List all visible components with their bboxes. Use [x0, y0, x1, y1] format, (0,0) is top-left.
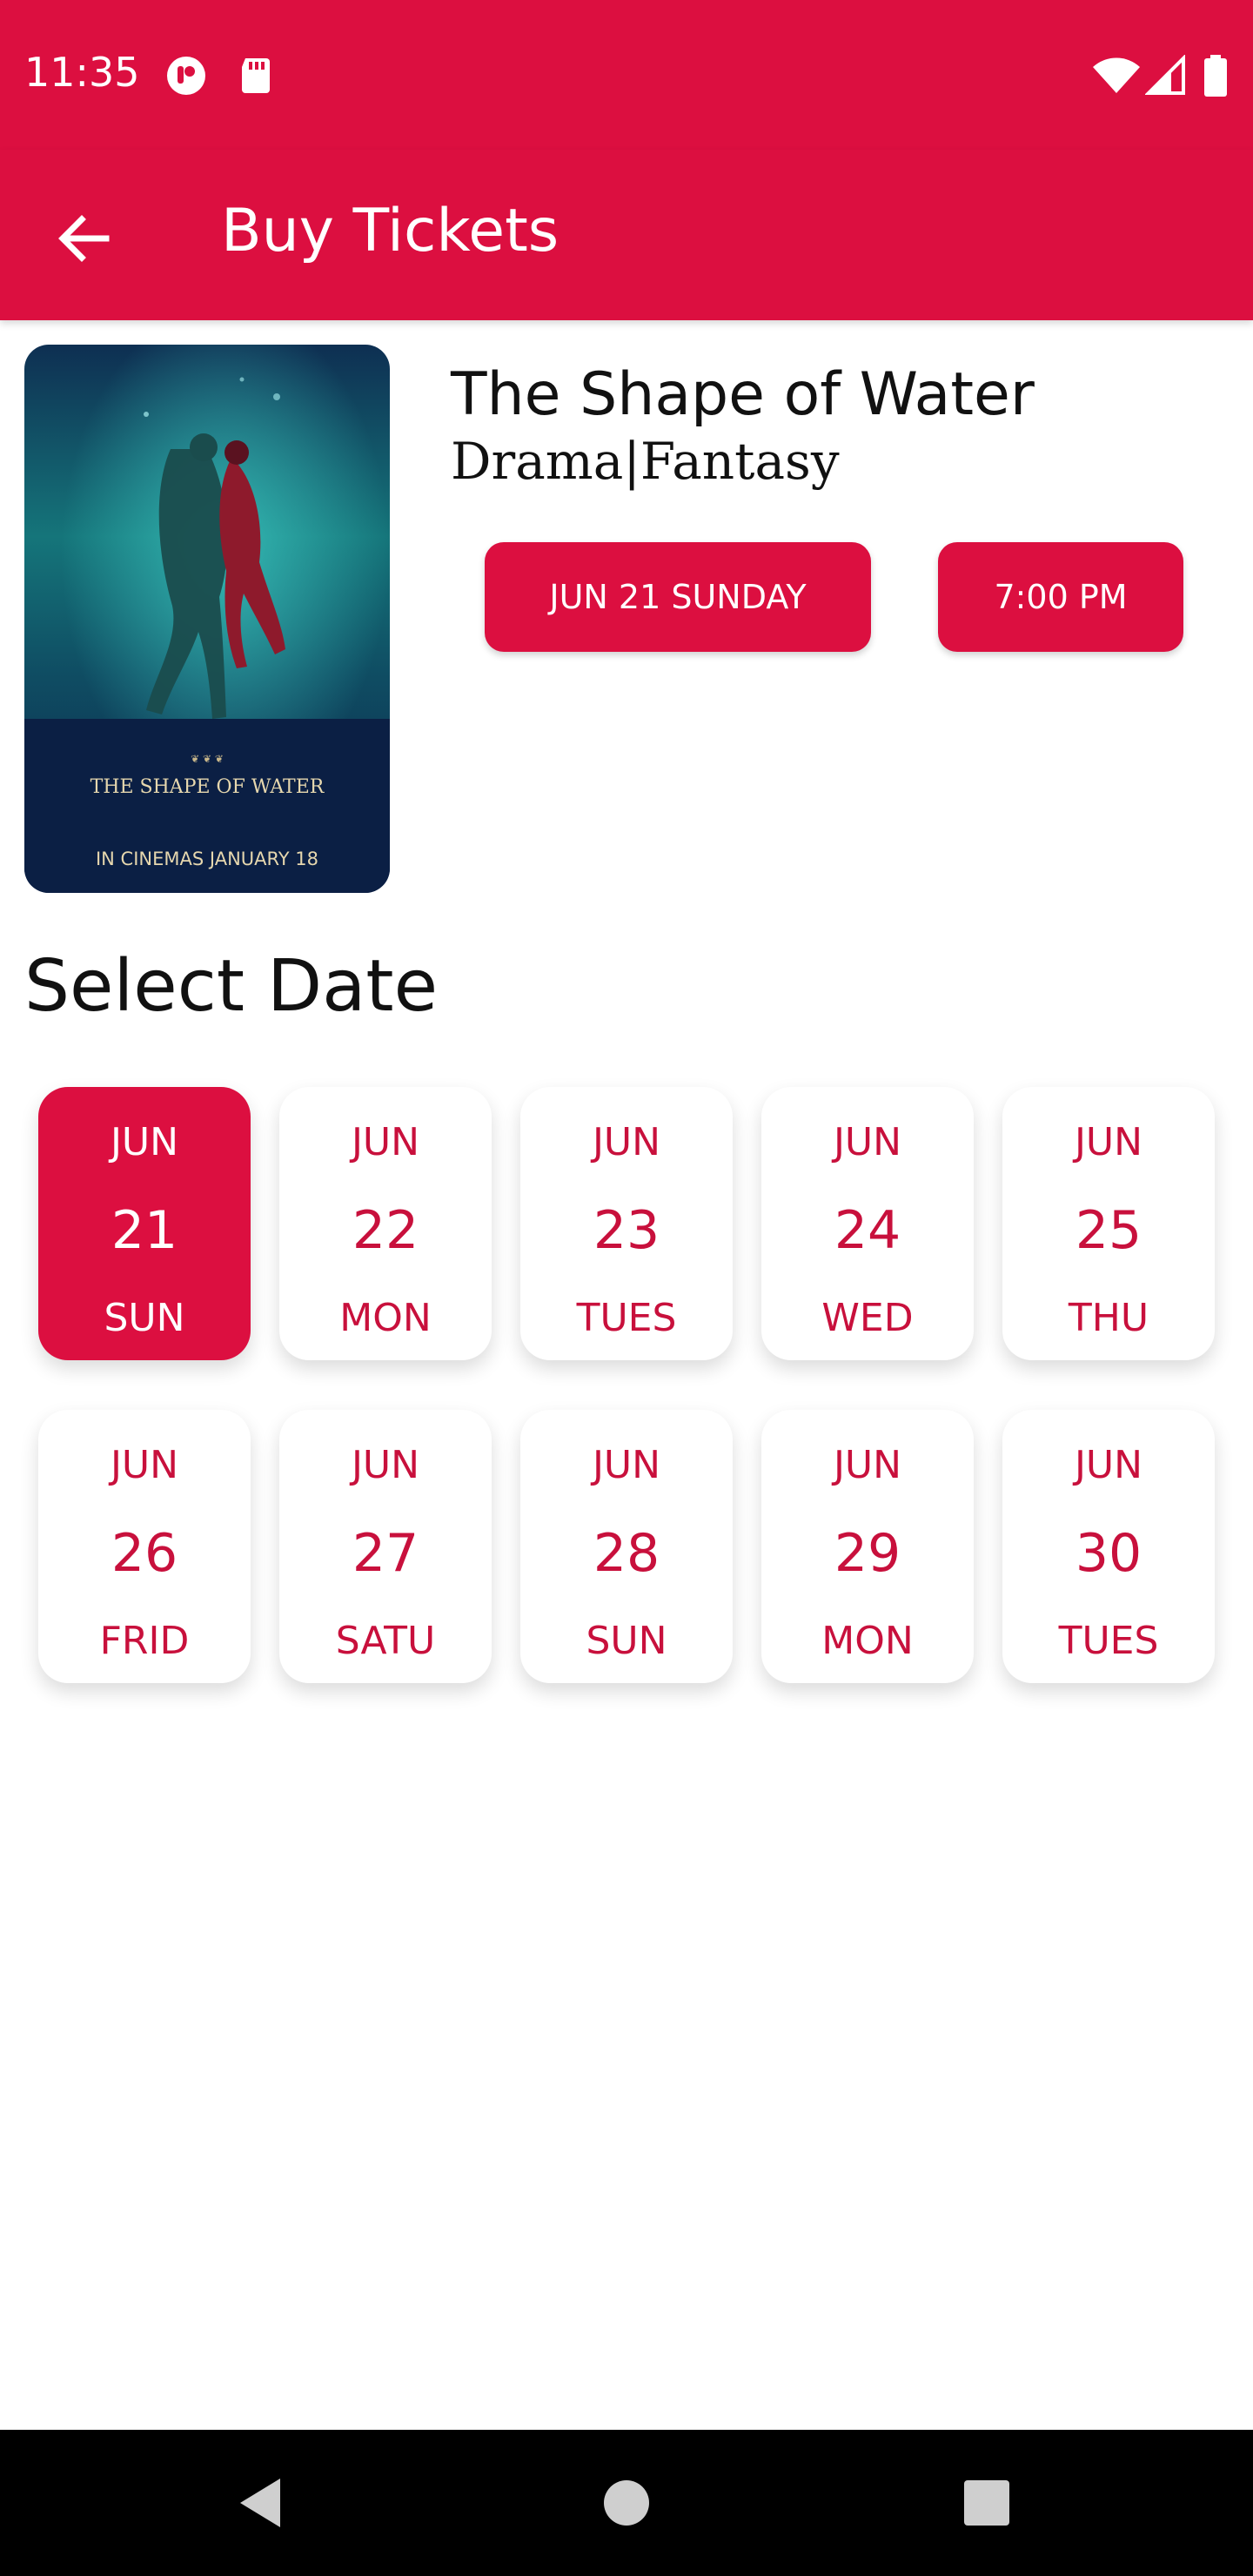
date-weekday: SUN — [586, 1619, 667, 1663]
date-weekday: WED — [821, 1296, 914, 1340]
date-day: 28 — [593, 1523, 660, 1584]
selected-time-button[interactable]: 7:00 PM — [938, 542, 1183, 652]
date-day: 24 — [834, 1200, 901, 1261]
movie-genre: Drama|Fantasy — [451, 432, 840, 491]
battery-icon — [1204, 55, 1227, 97]
status-bar: 11:35 — [0, 0, 1253, 150]
date-month: JUN — [1074, 1120, 1143, 1164]
date-card-25[interactable]: JUN 25 THU — [1002, 1087, 1215, 1360]
movie-poster: ❦ ❦ ❦ THE SHAPE OF WATER IN CINEMAS JANU… — [24, 345, 390, 893]
date-card-21[interactable]: JUN 21 SUN — [38, 1087, 251, 1360]
poster-tagline: IN CINEMAS JANUARY 18 — [96, 849, 318, 869]
date-weekday: SATU — [335, 1619, 436, 1663]
date-card-22[interactable]: JUN 22 MON — [279, 1087, 492, 1360]
wifi-icon — [1093, 57, 1140, 93]
date-month: JUN — [351, 1120, 420, 1164]
date-month: JUN — [110, 1443, 179, 1487]
date-day: 25 — [1075, 1200, 1142, 1261]
date-card-28[interactable]: JUN 28 SUN — [520, 1410, 733, 1683]
poster-laurels: ❦ ❦ ❦ — [191, 753, 224, 765]
arrow-back-icon[interactable] — [47, 200, 124, 277]
notification-badge-icon — [167, 57, 205, 95]
date-month: JUN — [592, 1443, 661, 1487]
date-month: JUN — [592, 1120, 661, 1164]
date-day: 21 — [111, 1200, 178, 1261]
app-bar: Buy Tickets — [0, 150, 1253, 320]
date-weekday: TUES — [1058, 1619, 1159, 1663]
date-weekday: MON — [339, 1296, 432, 1340]
page-title: Buy Tickets — [221, 197, 559, 265]
sd-card-icon — [242, 58, 270, 93]
date-day: 29 — [834, 1523, 901, 1584]
nav-recents-icon[interactable] — [952, 2468, 1022, 2538]
nav-back-icon[interactable] — [228, 2468, 298, 2538]
system-nav-bar — [0, 2430, 1253, 2576]
movie-title: The Shape of Water — [451, 360, 1035, 429]
date-day: 23 — [593, 1200, 660, 1261]
poster-image: ❦ ❦ ❦ THE SHAPE OF WATER IN CINEMAS JANU… — [24, 345, 390, 893]
date-card-29[interactable]: JUN 29 MON — [761, 1410, 974, 1683]
date-month: JUN — [833, 1120, 902, 1164]
date-weekday: MON — [821, 1619, 914, 1663]
selected-date-button[interactable]: JUN 21 SUNDAY — [485, 542, 871, 652]
date-card-24[interactable]: JUN 24 WED — [761, 1087, 974, 1360]
date-weekday: SUN — [104, 1296, 185, 1340]
date-day: 27 — [352, 1523, 419, 1584]
date-month: JUN — [351, 1443, 420, 1487]
poster-title: THE SHAPE OF WATER — [90, 776, 325, 798]
date-weekday: FRID — [99, 1619, 190, 1663]
date-card-26[interactable]: JUN 26 FRID — [38, 1410, 251, 1683]
cell-signal-icon — [1145, 55, 1185, 95]
date-card-23[interactable]: JUN 23 TUES — [520, 1087, 733, 1360]
date-day: 30 — [1075, 1523, 1142, 1584]
date-card-30[interactable]: JUN 30 TUES — [1002, 1410, 1215, 1683]
date-weekday: TUES — [576, 1296, 677, 1340]
date-day: 22 — [352, 1200, 419, 1261]
date-month: JUN — [110, 1120, 179, 1164]
select-date-heading: Select Date — [24, 945, 439, 1028]
date-card-27[interactable]: JUN 27 SATU — [279, 1410, 492, 1683]
date-day: 26 — [111, 1523, 178, 1584]
date-month: JUN — [1074, 1443, 1143, 1487]
date-weekday: THU — [1068, 1296, 1149, 1340]
status-time: 11:35 — [24, 49, 140, 96]
nav-home-icon[interactable] — [592, 2468, 661, 2538]
date-month: JUN — [833, 1443, 902, 1487]
